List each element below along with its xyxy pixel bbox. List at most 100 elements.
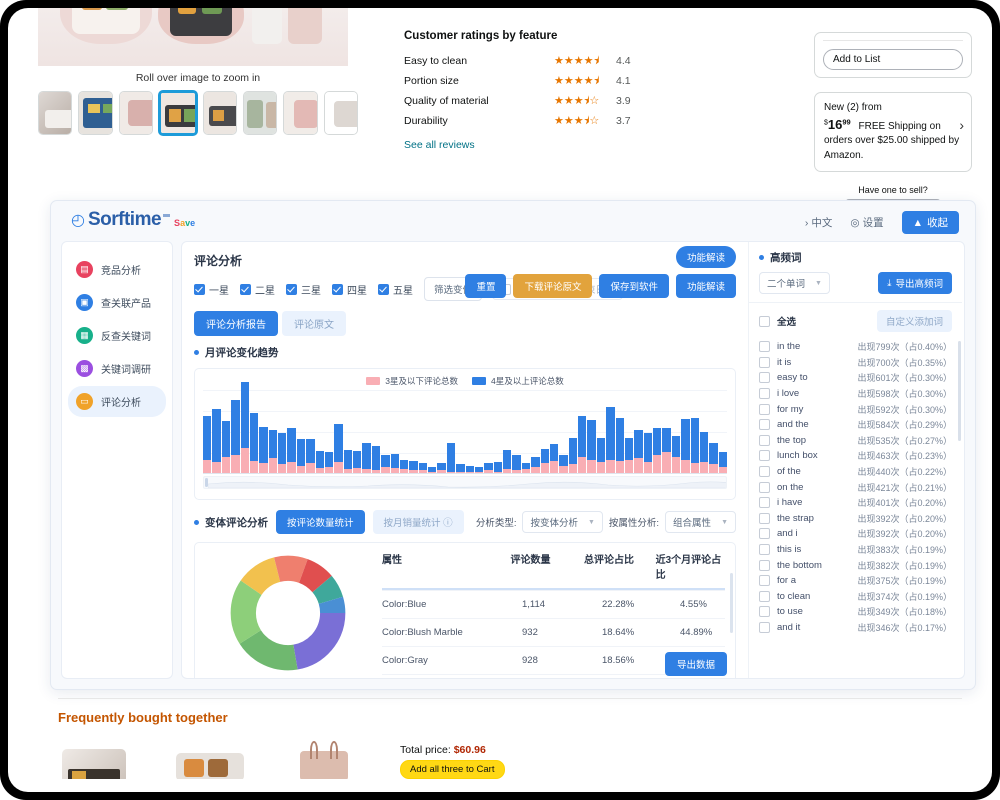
thumbnail-5[interactable] bbox=[202, 91, 238, 135]
checkbox-icon[interactable] bbox=[332, 283, 343, 295]
thumbnail-2[interactable] bbox=[78, 91, 113, 135]
chart-bar[interactable] bbox=[624, 438, 634, 474]
keyword-list-item[interactable]: and it 出现346次（占0.17%） bbox=[759, 620, 952, 636]
chart-range-slider[interactable] bbox=[203, 476, 727, 489]
chart-bar[interactable] bbox=[296, 439, 306, 474]
settings-button[interactable]: ◎ 设置 bbox=[850, 215, 883, 230]
tab-review-report[interactable]: 评论分析报告 bbox=[194, 311, 278, 336]
sidebar-item-review-analysis[interactable]: ▭ 评论分析 bbox=[68, 386, 166, 417]
keyword-list-item[interactable]: i love 出现598次（占0.30%） bbox=[759, 386, 952, 402]
table-row[interactable]: Color:Blush Marble 932 18.64% 44.89% bbox=[382, 618, 725, 646]
chart-bar[interactable] bbox=[662, 428, 671, 474]
chart-bar[interactable] bbox=[671, 435, 681, 474]
keyword-list-item[interactable]: to clean 出现374次（占0.19%） bbox=[759, 589, 952, 605]
checkbox-icon[interactable] bbox=[759, 315, 770, 327]
chart-bar[interactable] bbox=[578, 416, 587, 474]
chart-bar[interactable] bbox=[362, 442, 371, 474]
chart-bar[interactable] bbox=[446, 442, 456, 474]
checkbox-icon[interactable] bbox=[759, 434, 770, 446]
checkbox-icon[interactable] bbox=[759, 481, 770, 493]
chart-bar[interactable] bbox=[503, 450, 512, 474]
chart-bar[interactable] bbox=[643, 433, 652, 474]
add-all-three-to-cart-button[interactable]: Add all three to Cart bbox=[400, 760, 505, 779]
keyword-list-item[interactable]: for a 出现375次（占0.19%） bbox=[759, 573, 952, 589]
star-filter-4[interactable]: 四星 bbox=[332, 282, 367, 297]
checkbox-icon[interactable] bbox=[759, 388, 770, 400]
keyword-list-item[interactable]: to use 出现349次（占0.18%） bbox=[759, 604, 952, 620]
chart-bar[interactable] bbox=[231, 399, 240, 474]
ngram-select[interactable]: 二个单词 ▼ bbox=[759, 272, 830, 294]
star-filter-2[interactable]: 二星 bbox=[240, 282, 275, 297]
checkbox-icon[interactable] bbox=[759, 341, 770, 353]
table-scrollbar[interactable] bbox=[730, 573, 733, 633]
see-all-reviews-link[interactable]: See all reviews bbox=[404, 139, 475, 151]
keyword-list-item[interactable]: for my 出现592次（占0.30%） bbox=[759, 401, 952, 417]
legend-item-high-stars[interactable]: 4星及以上评论总数 bbox=[472, 375, 564, 387]
checkbox-icon[interactable] bbox=[759, 559, 770, 571]
chart-bar[interactable] bbox=[203, 416, 212, 474]
chart-bar[interactable] bbox=[343, 450, 352, 474]
chart-bar[interactable] bbox=[512, 454, 521, 474]
chart-bar[interactable] bbox=[540, 448, 549, 474]
chart-bar[interactable] bbox=[634, 429, 643, 474]
segment-by-monthly-sales[interactable]: 按月销量统计 ⓘ bbox=[372, 510, 464, 534]
chart-bar[interactable] bbox=[212, 409, 221, 474]
language-switch[interactable]: › 中文 bbox=[805, 215, 833, 230]
checkbox-icon[interactable] bbox=[759, 621, 770, 633]
checkbox-icon[interactable] bbox=[759, 450, 770, 462]
keyword-list-item[interactable]: and i 出现392次（占0.20%） bbox=[759, 526, 952, 542]
checkbox-icon[interactable] bbox=[759, 590, 770, 602]
checkbox-icon[interactable] bbox=[759, 575, 770, 587]
keyword-list-item[interactable]: in the 出现799次（占0.40%） bbox=[759, 339, 952, 355]
add-custom-word-button[interactable]: 自定义添加词 bbox=[876, 310, 952, 332]
chart-bar[interactable] bbox=[324, 452, 334, 474]
chart-bar[interactable] bbox=[531, 457, 540, 474]
attribute-select[interactable]: 组合属性 ▼ bbox=[665, 511, 736, 533]
thumbnail-4-selected[interactable] bbox=[158, 91, 197, 135]
checkbox-icon[interactable] bbox=[194, 283, 205, 295]
checkbox-icon[interactable] bbox=[759, 528, 770, 540]
checkbox-icon[interactable] bbox=[286, 283, 297, 295]
fbt-product-1-image[interactable] bbox=[58, 739, 136, 779]
keyword-list-item[interactable]: the bottom 出现382次（占0.19%） bbox=[759, 557, 952, 573]
keyword-list-item[interactable]: easy to 出现601次（占0.30%） bbox=[759, 370, 952, 386]
chart-bar[interactable] bbox=[718, 452, 727, 474]
chevron-right-icon[interactable]: › bbox=[959, 115, 964, 135]
chart-bar[interactable] bbox=[681, 418, 690, 474]
sidebar-item-competitor-analysis[interactable]: ▤ 竞品分析 bbox=[68, 254, 166, 285]
add-to-list-button[interactable]: Add to List bbox=[823, 49, 963, 70]
feature-help-button[interactable]: 功能解读 bbox=[675, 274, 736, 298]
checkbox-icon[interactable] bbox=[759, 466, 770, 478]
chart-bar[interactable] bbox=[381, 454, 390, 474]
keyword-list-item[interactable]: lunch box 出现463次（占0.23%） bbox=[759, 448, 952, 464]
checkbox-icon[interactable] bbox=[378, 283, 389, 295]
keyword-list-item[interactable]: this is 出现383次（占0.19%） bbox=[759, 542, 952, 558]
keyword-list-item[interactable]: it is 出现700次（占0.35%） bbox=[759, 355, 952, 371]
collapse-button[interactable]: ▲ 收起 bbox=[901, 211, 959, 234]
thumbnail-3[interactable] bbox=[118, 91, 153, 135]
chart-bar[interactable] bbox=[606, 406, 615, 474]
keyword-list-item[interactable]: i have 出现401次（占0.20%） bbox=[759, 495, 952, 511]
checkbox-icon[interactable] bbox=[759, 403, 770, 415]
chart-bar[interactable] bbox=[371, 446, 381, 474]
chart-bar[interactable] bbox=[709, 442, 718, 474]
checkbox-icon[interactable] bbox=[759, 512, 770, 524]
star-filter-1[interactable]: 一星 bbox=[194, 282, 229, 297]
chart-bar[interactable] bbox=[240, 381, 249, 474]
checkbox-icon[interactable] bbox=[759, 497, 770, 509]
checkbox-icon[interactable] bbox=[240, 283, 251, 295]
chart-bar[interactable] bbox=[278, 433, 287, 474]
hero-image[interactable] bbox=[38, 8, 348, 66]
keyword-list-item[interactable]: and the 出现584次（占0.29%） bbox=[759, 417, 952, 433]
chart-bar[interactable] bbox=[587, 420, 596, 474]
chart-bar[interactable] bbox=[559, 454, 568, 474]
reset-button[interactable]: 重置 bbox=[465, 274, 507, 298]
thumbnail-strip[interactable] bbox=[38, 91, 358, 135]
chart-bar[interactable] bbox=[699, 432, 709, 474]
chart-bar[interactable] bbox=[399, 459, 409, 474]
thumbnail-8[interactable] bbox=[323, 91, 358, 135]
export-keywords-button[interactable]: ⤓ 导出高频词 bbox=[878, 272, 952, 294]
segment-by-review-count[interactable]: 按评论数量统计 bbox=[276, 510, 365, 534]
checkbox-icon[interactable] bbox=[759, 606, 770, 618]
chart-bar[interactable] bbox=[549, 444, 559, 474]
